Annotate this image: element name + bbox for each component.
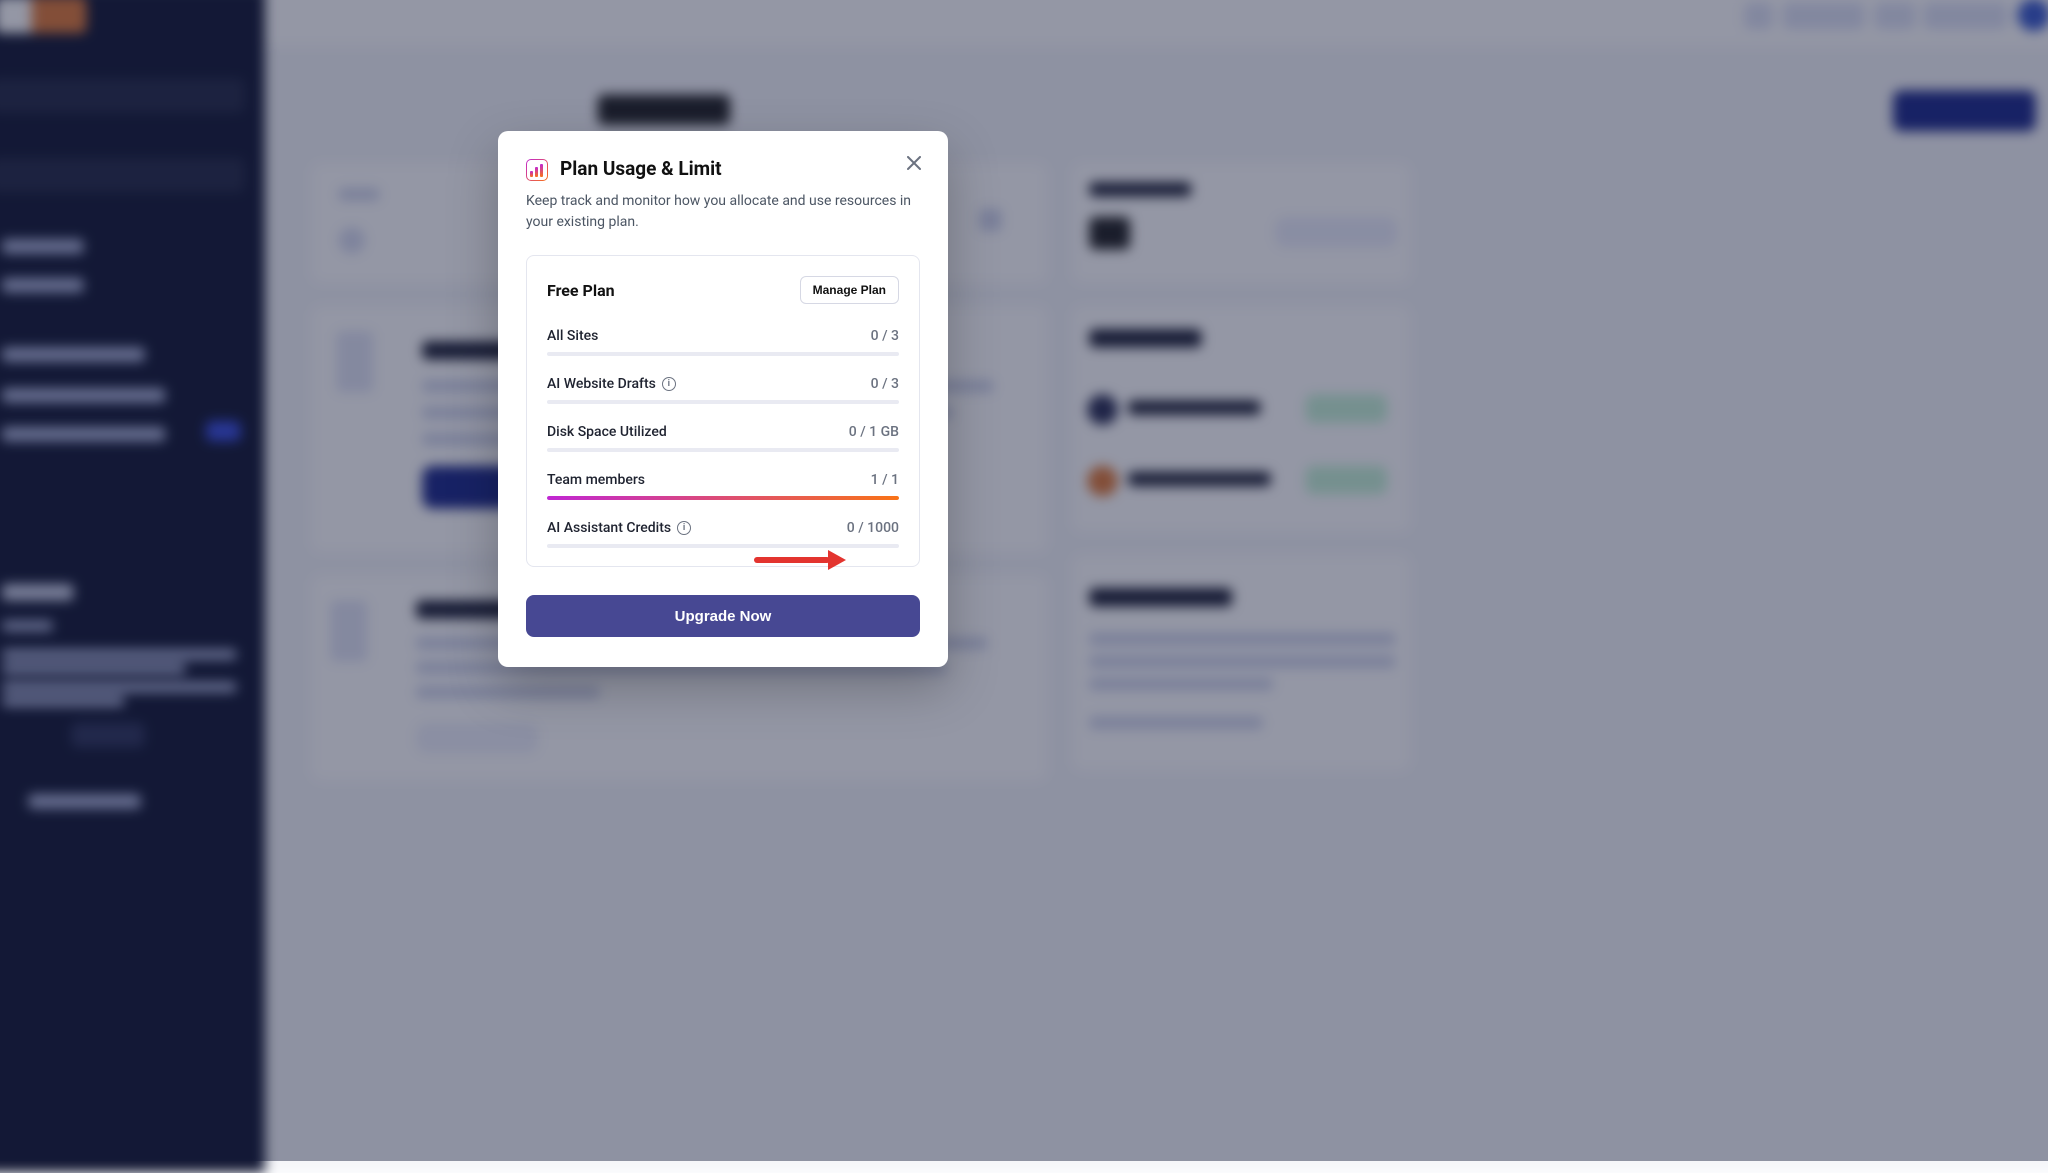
progress-bar [547, 448, 899, 452]
progress-bar [547, 496, 899, 500]
usage-metric: All Sites 0 / 3 [547, 328, 899, 356]
usage-metric: Team members 1 / 1 [547, 472, 899, 500]
metric-label: All Sites [547, 328, 598, 344]
close-icon[interactable] [902, 151, 926, 175]
metric-label: Disk Space Utilized [547, 424, 667, 440]
modal-backdrop[interactable] [0, 0, 2048, 1161]
metric-value: 0 / 1 GB [849, 424, 899, 440]
progress-bar [547, 544, 899, 548]
usage-metric: AI Assistant Creditsi 0 / 1000 [547, 520, 899, 548]
usage-metric: Disk Space Utilized 0 / 1 GB [547, 424, 899, 452]
upgrade-now-button[interactable]: Upgrade Now [526, 595, 920, 637]
info-icon[interactable]: i [677, 521, 691, 535]
plan-usage-modal: Plan Usage & Limit Keep track and monito… [498, 131, 948, 667]
metric-value: 0 / 3 [871, 328, 899, 344]
plan-name: Free Plan [547, 281, 615, 300]
metric-value: 0 / 3 [871, 376, 899, 392]
metric-value: 0 / 1000 [847, 520, 899, 536]
plan-box: Free Plan Manage Plan All Sites0 / 3AI W… [526, 255, 920, 567]
manage-plan-button[interactable]: Manage Plan [800, 276, 899, 304]
metric-value: 1 / 1 [871, 472, 899, 488]
metric-label: Team members [547, 472, 645, 488]
modal-title: Plan Usage & Limit [560, 157, 722, 180]
metric-label: AI Website Draftsi [547, 376, 676, 392]
progress-bar [547, 400, 899, 404]
bar-chart-icon [526, 159, 548, 181]
metric-label: AI Assistant Creditsi [547, 520, 691, 536]
usage-metric: AI Website Draftsi 0 / 3 [547, 376, 899, 404]
modal-description: Keep track and monitor how you allocate … [526, 191, 920, 233]
info-icon[interactable]: i [662, 377, 676, 391]
progress-bar [547, 352, 899, 356]
